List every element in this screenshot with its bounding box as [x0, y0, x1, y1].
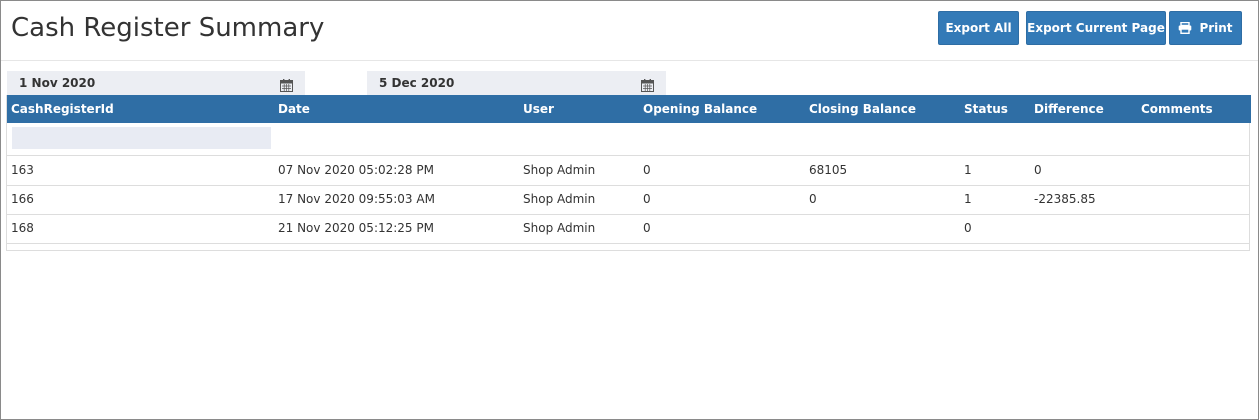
cash-register-grid: CashRegisterId Date User Opening Balance… — [6, 95, 1251, 251]
cell-opening-balance: 0 — [643, 192, 651, 206]
page-frame: Cash Register Summary Export All Export … — [0, 0, 1259, 420]
date-from-value: 1 Nov 2020 — [19, 76, 96, 90]
column-header-cashregisterid[interactable]: CashRegisterId — [11, 95, 114, 123]
cell-cashregisterid: 166 — [11, 192, 34, 206]
cell-status: 0 — [964, 221, 972, 235]
page-title: Cash Register Summary — [11, 13, 325, 43]
grid-filter-row — [7, 123, 1249, 156]
header-divider — [1, 60, 1258, 61]
column-header-user[interactable]: User — [523, 95, 554, 123]
cell-closing-balance: 0 — [809, 192, 817, 206]
export-all-label: Export All — [945, 21, 1012, 35]
export-all-button[interactable]: Export All — [938, 11, 1019, 45]
cell-date: 21 Nov 2020 05:12:25 PM — [278, 221, 434, 235]
export-current-page-label: Export Current Page — [1027, 21, 1165, 35]
cell-closing-balance: 68105 — [809, 163, 848, 177]
date-to-value: 5 Dec 2020 — [379, 76, 455, 90]
column-header-status[interactable]: Status — [964, 95, 1008, 123]
cell-date: 07 Nov 2020 05:02:28 PM — [278, 163, 434, 177]
table-row[interactable]: 163 07 Nov 2020 05:02:28 PM Shop Admin 0… — [7, 156, 1249, 186]
print-label: Print — [1199, 21, 1233, 35]
cashregisterid-filter-input[interactable] — [12, 127, 271, 149]
cell-opening-balance: 0 — [643, 221, 651, 235]
column-header-closing-balance[interactable]: Closing Balance — [809, 95, 916, 123]
cell-user: Shop Admin — [523, 163, 596, 177]
calendar-icon[interactable] — [641, 76, 654, 92]
cell-status: 1 — [964, 163, 972, 177]
column-header-opening-balance[interactable]: Opening Balance — [643, 95, 757, 123]
cell-date: 17 Nov 2020 09:55:03 AM — [278, 192, 435, 206]
cell-cashregisterid: 168 — [11, 221, 34, 235]
cell-opening-balance: 0 — [643, 163, 651, 177]
cell-difference: 0 — [1034, 163, 1042, 177]
cell-difference: -22385.85 — [1034, 192, 1096, 206]
export-current-page-button[interactable]: Export Current Page — [1026, 11, 1166, 45]
column-header-comments[interactable]: Comments — [1141, 95, 1213, 123]
cell-user: Shop Admin — [523, 192, 596, 206]
cell-user: Shop Admin — [523, 221, 596, 235]
print-button[interactable]: Print — [1169, 11, 1242, 45]
cell-status: 1 — [964, 192, 972, 206]
column-header-date[interactable]: Date — [278, 95, 310, 123]
date-to-field[interactable]: 5 Dec 2020 — [367, 71, 666, 95]
printer-icon — [1178, 22, 1192, 34]
calendar-icon[interactable] — [280, 76, 293, 92]
date-from-field[interactable]: 1 Nov 2020 — [7, 71, 305, 95]
grid-header-row: CashRegisterId Date User Opening Balance… — [7, 95, 1251, 123]
column-header-difference[interactable]: Difference — [1034, 95, 1104, 123]
table-row[interactable]: 166 17 Nov 2020 09:55:03 AM Shop Admin 0… — [7, 185, 1249, 215]
cell-cashregisterid: 163 — [11, 163, 34, 177]
table-row[interactable]: 168 21 Nov 2020 05:12:25 PM Shop Admin 0… — [7, 214, 1249, 244]
